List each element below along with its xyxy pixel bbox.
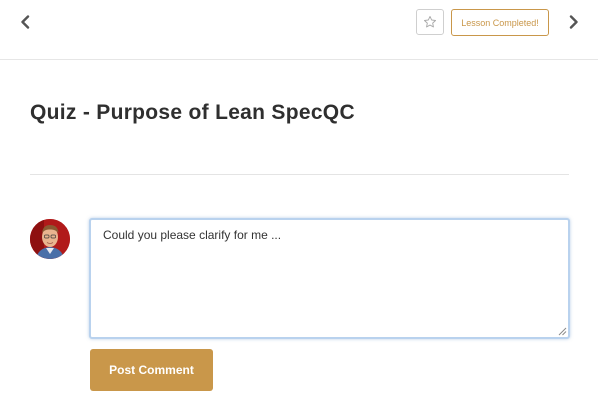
page-title: Quiz - Purpose of Lean SpecQC <box>30 101 355 124</box>
star-outline-icon <box>423 15 437 28</box>
post-comment-button[interactable]: Post Comment <box>90 349 213 391</box>
favorite-button[interactable] <box>416 9 444 35</box>
previous-lesson-button[interactable] <box>14 11 36 33</box>
title-divider <box>30 174 569 175</box>
avatar-photo <box>30 219 70 259</box>
next-lesson-button[interactable] <box>563 11 585 33</box>
lesson-topbar: Lesson Completed! <box>0 0 598 60</box>
resize-grip-icon[interactable] <box>558 327 567 336</box>
chevron-right-icon <box>569 15 578 29</box>
user-avatar <box>30 219 70 259</box>
lesson-page: Lesson Completed! Quiz - Purpose of Lean… <box>0 0 598 406</box>
chevron-left-icon <box>21 15 30 29</box>
comment-textarea[interactable]: Could you please clarify for me ... <box>89 218 570 339</box>
lesson-completed-button[interactable]: Lesson Completed! <box>451 9 549 36</box>
